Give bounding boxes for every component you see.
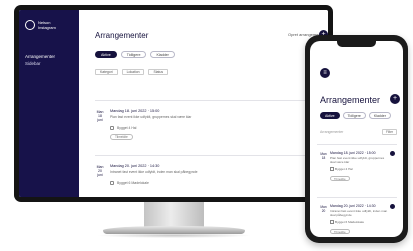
phone-filter-button[interactable]: Filter — [382, 129, 398, 135]
event-description: Intranet fast event ikke udfyldt, inden … — [330, 209, 388, 217]
tabs: Aktive Tidligere Kladder — [95, 51, 175, 58]
page-title: Arrangementer — [95, 31, 149, 40]
event-location: Bygget 6 Mødelokale — [117, 181, 149, 185]
status-dot-icon — [390, 151, 395, 156]
phone-tab-tidligere[interactable]: Tidligere — [342, 112, 366, 119]
phone-screen: ≡ Arrangementer + Aktive Tidligere Kladd… — [310, 41, 403, 237]
desktop-monitor: Nelson Instagram Arrangementer Sidebar A… — [14, 5, 333, 202]
event-time: Mandag 18. juni 2022 · 15:00 — [330, 151, 376, 155]
phone-tab-kladder[interactable]: Kladder — [368, 112, 391, 119]
event-time: Mandag 20. juni 2022 · 14:30 — [330, 204, 376, 208]
status-dot-icon — [390, 204, 395, 209]
location-icon — [330, 167, 334, 171]
phone-tabs: Aktive Tidligere Kladder — [320, 112, 391, 119]
sidebar-item-arrangementer[interactable]: Arrangementer — [25, 53, 73, 60]
event-description: Intranet fast event ikke udfyldt, inden … — [110, 170, 198, 174]
menu-icon[interactable]: ≡ — [320, 68, 330, 78]
event-date: Man 20 — [320, 205, 327, 213]
phone-page-title: Arrangementer — [320, 95, 381, 105]
event-location: Bygget 6 Mødelokale — [335, 220, 365, 224]
phone-tab-aktive[interactable]: Aktive — [320, 112, 340, 119]
phone-add-event-button[interactable]: + — [390, 94, 400, 104]
tab-aktive[interactable]: Aktive — [95, 51, 117, 58]
tab-kladder[interactable]: Kladder — [150, 51, 175, 58]
location-icon — [330, 220, 334, 224]
attendees-button[interactable]: Tilmeldte — [330, 176, 350, 181]
attendees-button[interactable]: Tilmeldte — [110, 134, 133, 140]
phone-search-input[interactable]: Arrangementer — [320, 130, 343, 134]
event-card[interactable]: Man 20 juni Mandag 20. juni 2022 · 14:30… — [95, 155, 325, 185]
location-icon — [110, 126, 114, 130]
monitor-shadow — [96, 233, 252, 238]
brand-name: Nelson Instagram — [38, 20, 56, 30]
brand: Nelson Instagram — [25, 20, 73, 30]
main-content: Arrangementer Opret arrangement + Aktive… — [79, 10, 328, 197]
desktop-screen: Nelson Instagram Arrangementer Sidebar A… — [19, 10, 328, 197]
event-card[interactable]: Man 18 juni Mandag 18. juni 2022 · 15:00… — [95, 100, 325, 140]
event-location: Bygget 4 Hal — [117, 126, 137, 130]
event-date: Man 18 — [320, 152, 327, 160]
attendees-button[interactable]: Tilmeldte — [330, 229, 350, 234]
sidebar: Nelson Instagram Arrangementer Sidebar — [19, 10, 79, 197]
phone-device: ≡ Arrangementer + Aktive Tidligere Kladd… — [305, 35, 408, 243]
event-location: Bygget 4 Hal — [335, 167, 353, 171]
event-time: Mandag 18. juni 2022 · 15:00 — [110, 109, 160, 113]
monitor-stand-neck — [144, 202, 204, 228]
event-date: Man 20 juni — [96, 165, 104, 177]
location-icon — [110, 181, 114, 185]
event-time: Mandag 20. juni 2022 · 14:30 — [110, 164, 160, 168]
filter-bar: Kategori Lokation Status — [95, 69, 169, 75]
phone-event-card[interactable]: Man 20 Mandag 20. juni 2022 · 14:30 Intr… — [317, 197, 397, 235]
filter-kategori[interactable]: Kategori — [95, 69, 118, 75]
circle-logo-icon — [25, 20, 35, 30]
event-description: Plan fast event ikke udfyldt, gruppernes… — [110, 115, 192, 119]
filter-lokation[interactable]: Lokation — [121, 69, 145, 75]
event-date: Man 18 juni — [96, 110, 104, 122]
event-description: Plan fast event ikke udfyldt, gruppernes… — [330, 156, 385, 164]
sidebar-item-sidebar[interactable]: Sidebar — [25, 60, 73, 67]
filter-status[interactable]: Status — [148, 69, 169, 75]
phone-notch — [337, 41, 376, 47]
tab-tidligere[interactable]: Tidligere — [120, 51, 147, 58]
phone-event-card[interactable]: Man 18 Mandag 18. juni 2022 · 15:00 Plan… — [317, 144, 397, 192]
